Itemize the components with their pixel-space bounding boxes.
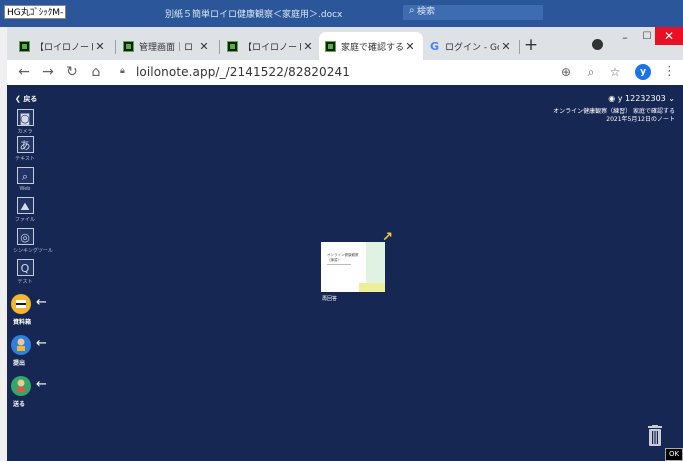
text-icon: あ (16, 136, 34, 153)
material-box-button[interactable]: ← 資料箱 (11, 294, 51, 326)
back-arrow-icon[interactable]: ← (15, 63, 33, 81)
file-icon: ⛰ (16, 197, 34, 214)
submit-label: 提出 (13, 360, 26, 367)
install-app-icon[interactable]: ⊕ (558, 64, 574, 80)
window-close-icon[interactable]: ✕ (655, 27, 683, 45)
tab-title: 管理画面｜ロ (139, 42, 194, 53)
user-name: y 12232303 (617, 94, 666, 103)
new-tab-button[interactable]: + (521, 35, 541, 55)
sidebar-item-label: テスト (17, 279, 33, 285)
tab-title: 【ロイロノート・ス (35, 42, 93, 53)
card-text: （練習） (327, 258, 341, 262)
sidebar-item-text[interactable]: あ テキスト (13, 136, 37, 162)
tab-strip: 【ロイロノート・ス ✕ 管理画面｜ロ ✕ 【ロイロノート・ス ✕ 家庭で確認する… (7, 27, 683, 60)
send-button[interactable]: ← 送る (11, 376, 51, 408)
sidebar-item-label: シンキングツール (13, 248, 53, 254)
tab-search-icon[interactable] (592, 39, 603, 50)
loilo-icon (123, 40, 134, 52)
arrow-left-icon: ← (36, 295, 47, 310)
home-icon[interactable]: ⌂ (87, 63, 105, 81)
test-icon: Q (16, 259, 34, 276)
trash-icon[interactable] (646, 425, 664, 447)
sidebar-item-label: Web (19, 186, 31, 192)
close-icon[interactable]: ✕ (403, 40, 417, 53)
tab-separator (219, 40, 220, 54)
tab-title: ログイン - Goo (445, 42, 499, 53)
profile-avatar[interactable]: y (635, 64, 651, 80)
camera-icon: ◙ (16, 109, 34, 126)
tab-loilo-1[interactable]: 【ロイロノート・ス ✕ (13, 32, 113, 60)
sidebar-item-label: ファイル (14, 217, 35, 223)
back-button[interactable]: ❮ 戻る (15, 94, 37, 104)
material-box-label: 資料箱 (13, 319, 32, 326)
browser-window: 【ロイロノート・ス ✕ 管理画面｜ロ ✕ 【ロイロノート・ス ✕ 家庭で確認する… (7, 27, 683, 461)
loilo-icon (19, 40, 30, 52)
tab-title: 【ロイロノート・ス (243, 42, 301, 53)
arrow-left-icon: ← (36, 336, 47, 351)
user-menu[interactable]: ◉ y 12232303 ⌄ (608, 94, 675, 103)
submit-icon (11, 335, 31, 355)
tab-home-check[interactable]: 家庭で確認する ✕ (319, 32, 423, 60)
loilo-note-canvas[interactable]: ❮ 戻る ◙ カメラ あ テキスト ⌕ Web ⛰ ファイル ◎ シンキングツー… (7, 85, 683, 461)
word-search-box[interactable]: 検索 (403, 5, 543, 20)
send-label: 送る (13, 401, 26, 408)
tab-title: 家庭で確認する (341, 42, 403, 53)
send-icon (11, 376, 31, 396)
card-footer-tag (359, 283, 385, 292)
address-bar[interactable]: loilonote.app/_/2141522/82820241 (136, 65, 350, 79)
minimize-icon[interactable]: – (613, 31, 637, 47)
zoom-icon[interactable]: ⌕ (583, 64, 599, 80)
reload-icon[interactable]: ↻ (63, 63, 81, 81)
card-divider (327, 264, 351, 265)
arrow-left-icon: ← (36, 377, 47, 392)
font-name-box[interactable]: HG丸ｺﾞｼｯｸM- (4, 5, 66, 19)
bookmark-star-icon[interactable]: ☆ (607, 64, 623, 80)
close-icon[interactable]: ✕ (197, 40, 211, 53)
sidebar-item-thinking-tool[interactable]: ◎ シンキングツール (13, 228, 53, 254)
forward-arrow-icon[interactable]: → (39, 63, 57, 81)
back-label: 戻る (23, 95, 38, 103)
tab-separator (115, 40, 116, 54)
sidebar-item-web[interactable]: ⌕ Web (13, 167, 37, 192)
lock-icon[interactable]: 🔒︎ (120, 66, 125, 76)
menu-kebab-icon[interactable]: ⋮ (663, 64, 676, 79)
note-card[interactable]: オンライン健康観察 （練習） (321, 242, 385, 292)
google-icon: G (429, 39, 440, 53)
thinking-tool-icon: ◎ (16, 228, 34, 245)
search-icon: ⌕ (409, 5, 415, 16)
close-icon[interactable]: ✕ (499, 40, 513, 53)
close-icon[interactable]: ✕ (93, 40, 107, 53)
sidebar-item-label: カメラ (17, 129, 33, 135)
tab-google-login[interactable]: G ログイン - Goo ✕ (423, 32, 519, 60)
expand-arrow-icon[interactable]: ↗ (382, 230, 393, 245)
close-icon[interactable]: ✕ (301, 40, 315, 53)
sidebar-item-label: テキスト (15, 156, 35, 162)
loilo-icon (227, 40, 238, 52)
tab-separator (519, 40, 520, 54)
sidebar-item-test[interactable]: Q テスト (13, 259, 37, 285)
material-box-icon (11, 294, 31, 314)
submit-button[interactable]: ← 提出 (11, 335, 51, 367)
document-title: 別紙５簡単ロイロ健康観察＜家庭用＞.docx (165, 10, 343, 20)
sidebar-item-camera[interactable]: ◙ カメラ (13, 109, 37, 135)
tab-admin[interactable]: 管理画面｜ロ ✕ (117, 32, 217, 60)
note-date: 2021年5月12日のノート (606, 116, 675, 123)
ok-button[interactable]: OK (665, 448, 683, 461)
card-caption: 再回答 (322, 296, 338, 302)
sidebar-item-file[interactable]: ⛰ ファイル (13, 197, 37, 223)
web-icon: ⌕ (16, 167, 34, 184)
word-title-bar: HG丸ｺﾞｼｯｸM- 別紙５簡単ロイロ健康観察＜家庭用＞.docx 検索 ⌕ (0, 0, 683, 27)
browser-toolbar: ← → ↻ ⌂ 🔒︎ loilonote.app/_/2141522/82820… (7, 60, 683, 85)
loilo-icon (325, 40, 336, 52)
tab-loilo-2[interactable]: 【ロイロノート・ス ✕ (221, 32, 321, 60)
